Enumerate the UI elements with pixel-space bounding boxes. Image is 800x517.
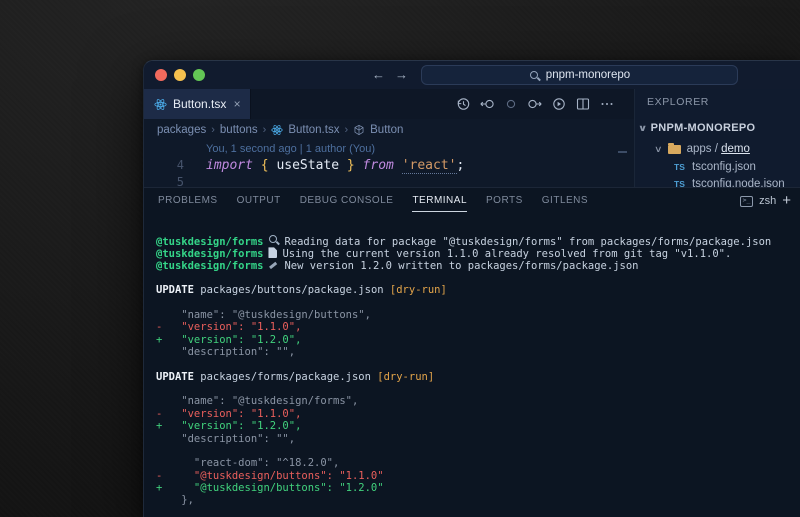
terminal-line: + "@tuskdesign/buttons": "1.2.0" (156, 482, 800, 494)
next-change-icon[interactable] (526, 96, 543, 113)
breadcrumb: packages › buttons › Button.tsx › Button (144, 119, 634, 141)
timeline-history-icon[interactable] (454, 96, 471, 113)
zoom-window-button[interactable] (193, 69, 205, 81)
editor-tab-bar: Button.tsx × (144, 89, 634, 119)
terminal-line (156, 272, 800, 284)
title-bar: ← → pnpm-monorepo (144, 61, 800, 89)
navigate-back-icon[interactable]: ← (372, 66, 385, 84)
doc-icon (268, 247, 277, 258)
breadcrumb-buttons[interactable]: buttons (220, 124, 258, 136)
terminal-line: "name": "@tuskdesign/forms", (156, 395, 800, 407)
explorer-item-tsconfig[interactable]: TS tsconfig.json (674, 159, 756, 175)
terminal-line: "description": "", (156, 346, 800, 358)
explorer-item-tsconfig-node[interactable]: TS tsconfig.node.json (674, 176, 785, 187)
chevron-down-icon: ∨ (654, 144, 663, 155)
terminal-line: "name": "@tuskdesign/buttons", (156, 309, 800, 321)
terminal-line: + "version": "1.2.0", (156, 420, 800, 432)
terminal-line: "react-dom": "^18.2.0", (156, 457, 800, 469)
terminal-line: UPDATE packages/forms/package.json [dry-… (156, 371, 800, 383)
code-line: 5 (144, 175, 634, 187)
explorer-item-apps-demo[interactable]: ∨ apps / demo (655, 141, 750, 157)
react-icon (154, 98, 167, 111)
minimap[interactable] (618, 151, 627, 153)
chevron-right-icon: › (211, 124, 215, 136)
command-center-search[interactable]: pnpm-monorepo (421, 65, 738, 85)
close-tab-icon[interactable]: × (232, 97, 242, 111)
tab-button-tsx[interactable]: Button.tsx × (144, 89, 251, 119)
vscode-window: ← → pnpm-monorepo Button.tsx × packages … (143, 60, 800, 517)
code-text: import { useState } from 'react'; (206, 158, 464, 173)
terminal-line (156, 383, 800, 395)
terminal-line: - "version": "1.1.0", (156, 321, 800, 333)
tab-gitlens[interactable]: GITLENS (542, 188, 588, 214)
explorer-root-pnpm-monorepo[interactable]: ∨ PNPM-MONOREPO (639, 120, 755, 136)
tab-ports[interactable]: PORTS (486, 188, 523, 214)
tab-terminal[interactable]: TERMINAL (412, 188, 467, 214)
breadcrumb-packages[interactable]: packages (157, 124, 206, 136)
terminal-controls: zsh + (740, 188, 791, 214)
terminal-line: - "@tuskdesign/buttons": "1.1.0" (156, 470, 800, 482)
pen-icon (268, 260, 279, 270)
terminal-line (156, 297, 800, 309)
typescript-icon: TS (674, 162, 688, 172)
more-actions-icon[interactable] (598, 96, 615, 113)
window-controls (155, 69, 205, 81)
gitlens-blame-annotation[interactable]: You, 1 second ago | 1 author (You) (206, 143, 375, 155)
editor-pane[interactable]: You, 1 second ago | 1 author (You) 4 imp… (144, 141, 634, 187)
folder-icon (668, 145, 681, 154)
new-terminal-icon[interactable]: + (782, 194, 791, 208)
close-window-button[interactable] (155, 69, 167, 81)
react-icon (271, 124, 283, 136)
chevron-right-icon: › (263, 124, 267, 136)
terminal-line: }, (156, 494, 800, 506)
terminal-line: - "version": "1.1.0", (156, 408, 800, 420)
shell-label[interactable]: zsh (759, 195, 776, 207)
typescript-icon: TS (674, 179, 688, 187)
previous-change-icon[interactable] (478, 96, 495, 113)
terminal-line (156, 445, 800, 457)
terminal-line: @tuskdesign/formsReading data for packag… (156, 235, 800, 247)
breadcrumb-symbol[interactable]: Button (370, 124, 403, 136)
search-icon (529, 70, 540, 81)
chevron-right-icon: › (344, 124, 348, 136)
terminal-line: @tuskdesign/formsNew version 1.2.0 writt… (156, 260, 800, 272)
terminal-output[interactable]: @tuskdesign/formsReading data for packag… (156, 235, 800, 517)
explorer-header: EXPLORER (647, 96, 709, 108)
terminal-line: @tuskdesign/formsUsing the current versi… (156, 247, 800, 259)
terminal-shell-icon[interactable] (740, 196, 753, 207)
change-dot-icon[interactable] (502, 96, 519, 113)
chevron-down-icon: ∨ (638, 123, 648, 134)
panel-tab-bar: PROBLEMS OUTPUT DEBUG CONSOLE TERMINAL P… (158, 188, 607, 214)
open-changes-icon[interactable] (550, 96, 567, 113)
minimize-window-button[interactable] (174, 69, 186, 81)
search-value: pnpm-monorepo (546, 69, 630, 81)
bottom-panel: PROBLEMS OUTPUT DEBUG CONSOLE TERMINAL P… (144, 187, 800, 517)
terminal-line: UPDATE packages/buttons/package.json [dr… (156, 284, 800, 296)
terminal-line: "description": "", (156, 433, 800, 445)
terminal-line (156, 358, 800, 370)
terminal-line: + "version": "1.2.0", (156, 334, 800, 346)
code-line: 4 import { useState } from 'react'; (144, 158, 634, 176)
line-number: 5 (154, 175, 184, 187)
editor-actions (454, 89, 615, 119)
split-editor-icon[interactable] (574, 96, 591, 113)
line-number: 4 (154, 158, 184, 172)
tab-problems[interactable]: PROBLEMS (158, 188, 218, 214)
tab-debug-console[interactable]: DEBUG CONSOLE (300, 188, 394, 214)
explorer-sidebar: EXPLORER ∨ PNPM-MONOREPO ∨ apps / demo T… (634, 89, 800, 187)
breadcrumb-file[interactable]: Button.tsx (288, 124, 339, 136)
desktop: { "colors": { "package_green": "#34d588"… (0, 0, 800, 517)
search-icon (268, 235, 279, 246)
tab-label: Button.tsx (173, 97, 226, 111)
symbol-class-icon (353, 124, 365, 136)
tab-output[interactable]: OUTPUT (237, 188, 281, 214)
navigate-forward-icon[interactable]: → (395, 66, 408, 84)
